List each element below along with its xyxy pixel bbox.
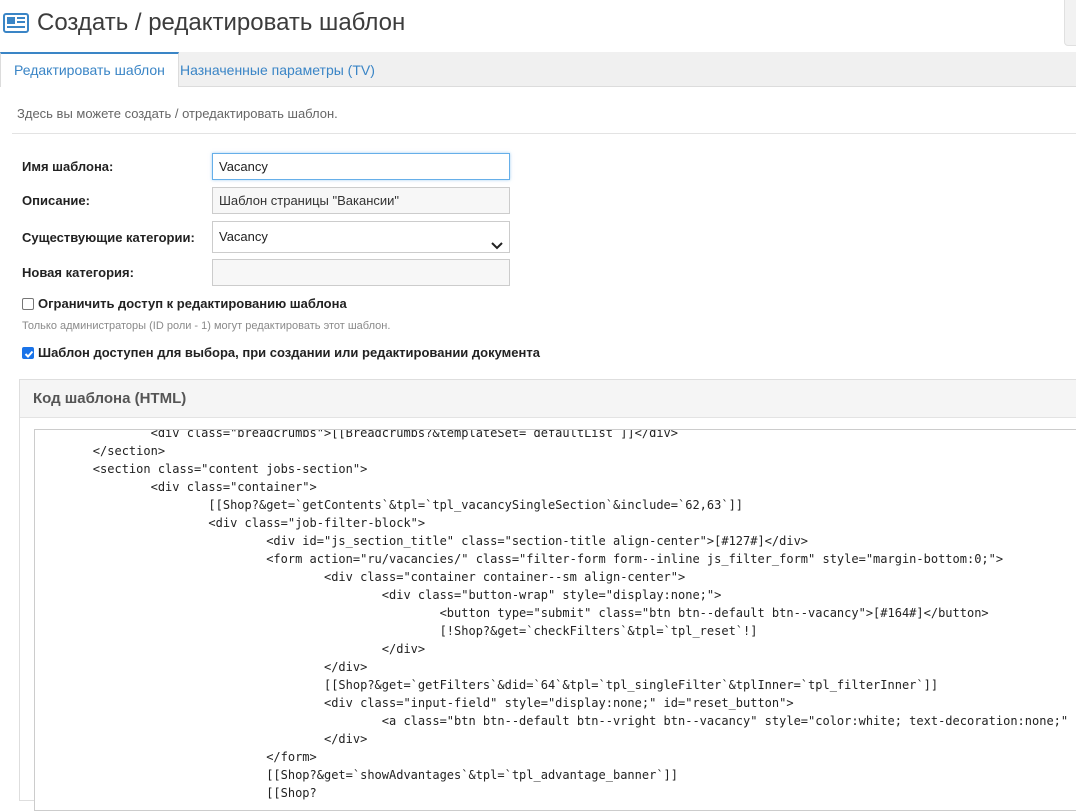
restrict-access-row[interactable]: Ограничить доступ к редактированию шабло… — [22, 296, 347, 311]
selectable-label: Шаблон доступен для выбора, при создании… — [38, 345, 540, 360]
code-line: <div class="breadcrumbs">[[Breadcrumbs?&… — [35, 429, 678, 440]
code-line: <button type="submit" class="btn btn--de… — [35, 606, 989, 620]
code-line: <section class="content jobs-section"> — [35, 462, 368, 476]
restrict-access-checkbox[interactable] — [22, 298, 34, 310]
code-editor[interactable]: <div class="breadcrumbs">[[Breadcrumbs?&… — [34, 429, 1076, 811]
divider — [12, 133, 1076, 134]
template-name-input[interactable]: Vacancy — [212, 153, 510, 180]
tab-bar: Редактировать шаблон Назначенные парамет… — [0, 52, 1076, 87]
code-line: </div> — [35, 642, 426, 656]
code-line: [!Shop?&get=`checkFilters`&tpl=`tpl_rese… — [35, 624, 758, 638]
code-line: <a class="btn btn--default btn--vright b… — [35, 714, 1076, 728]
code-lines: <div class="breadcrumbs">[[Breadcrumbs?&… — [35, 429, 1076, 802]
tab-edit-template[interactable]: Редактировать шаблон — [0, 52, 179, 87]
chevron-down-icon — [491, 232, 503, 250]
code-line: <div class="input-field" style="display:… — [35, 696, 794, 710]
page-title: Создать / редактировать шаблон — [37, 9, 406, 36]
selectable-row[interactable]: Шаблон доступен для выбора, при создании… — [22, 345, 540, 360]
code-line: <div class="button-wrap" style="display:… — [35, 588, 722, 602]
tab-assigned-tv[interactable]: Назначенные параметры (TV) — [167, 52, 388, 86]
code-line: </form> — [35, 750, 317, 764]
code-line: <div id="js_section_title" class="sectio… — [35, 534, 809, 548]
code-line: [[Shop?&get=`getFilters`&did=`64`&tpl=`t… — [35, 678, 939, 692]
categories-select[interactable]: Vacancy — [212, 221, 510, 253]
code-line: <div class="job-filter-block"> — [35, 516, 426, 530]
categories-select-value: Vacancy — [219, 229, 268, 244]
template-code-panel: Код шаблона (HTML) <div class="breadcrum… — [19, 379, 1076, 811]
restrict-access-hint: Только администраторы (ID роли - 1) могу… — [22, 320, 391, 332]
code-line: [[Shop? — [35, 786, 317, 800]
code-line: </div> — [35, 732, 368, 746]
new-category-label: Новая категория: — [22, 265, 134, 280]
categories-label: Существующие категории: — [22, 230, 195, 245]
code-line: <form action="ru/vacancies/" class="filt… — [35, 552, 1004, 566]
panel-title: Код шаблона (HTML) — [33, 390, 187, 407]
code-line: </div> — [35, 660, 368, 674]
panel-header: Код шаблона (HTML) — [20, 380, 1076, 418]
new-category-input[interactable] — [212, 259, 510, 286]
intro-text: Здесь вы можете создать / отредактироват… — [17, 106, 338, 121]
code-line: </section> — [35, 444, 166, 458]
code-line: <div class="container"> — [35, 480, 317, 494]
description-input[interactable]: Шаблон страницы "Вакансии" — [212, 187, 510, 214]
code-line: [[Shop?&get=`showAdvantages`&tpl=`tpl_ad… — [35, 768, 678, 782]
top-right-control[interactable] — [1064, 0, 1076, 46]
template-name-label: Имя шаблона: — [22, 159, 114, 174]
restrict-access-label: Ограничить доступ к редактированию шабло… — [38, 296, 347, 311]
page-header: Создать / редактировать шаблон — [0, 0, 1076, 52]
selectable-checkbox[interactable] — [22, 347, 34, 359]
code-line: <div class="container container--sm alig… — [35, 570, 686, 584]
code-line: [[Shop?&get=`getContents`&tpl=`tpl_vacan… — [35, 498, 744, 512]
template-icon — [3, 12, 29, 34]
description-label: Описание: — [22, 193, 90, 208]
